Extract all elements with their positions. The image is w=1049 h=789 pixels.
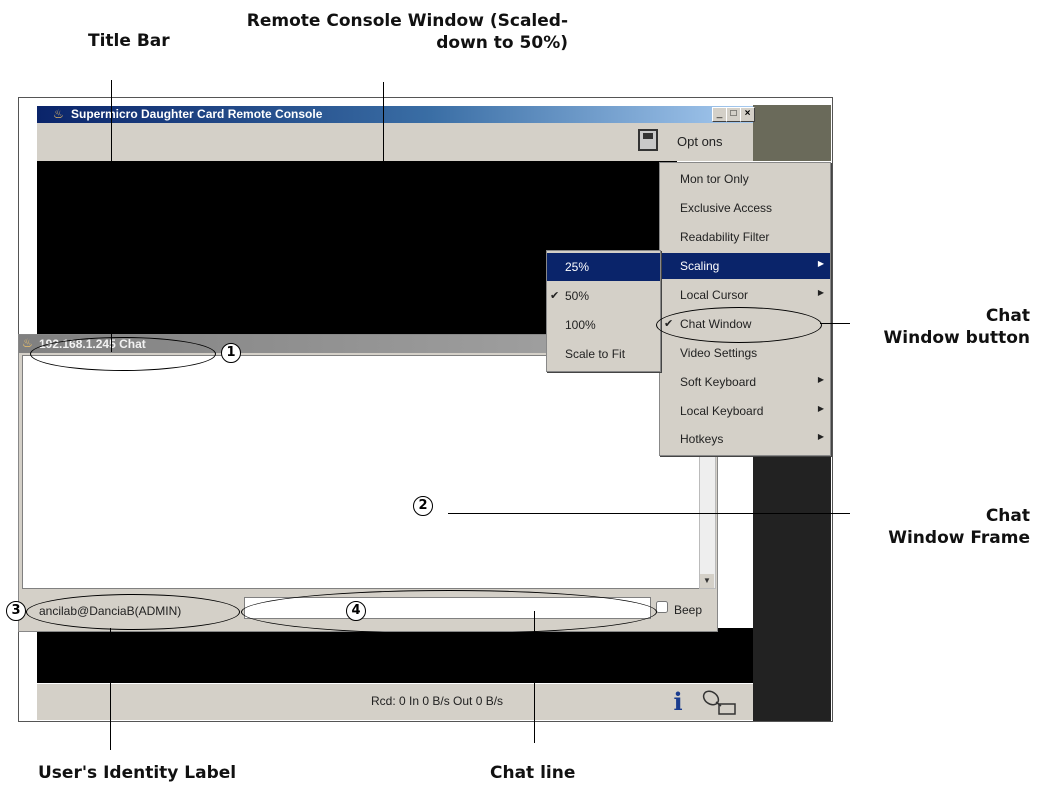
submenu-item-label: 50% <box>565 289 590 303</box>
network-icon[interactable] <box>699 688 739 718</box>
save-icon[interactable] <box>638 129 658 151</box>
options-menu-button[interactable]: Opt ons <box>677 134 723 149</box>
menu-item-label: Video Settings <box>680 346 758 360</box>
menu-item-local-cursor[interactable]: Local Cursor ▶ <box>660 282 830 308</box>
marker-1: 1 <box>221 343 241 363</box>
submenu-check: ✔ <box>550 290 560 302</box>
callout-user-identity: User's Identity Label <box>38 763 237 783</box>
maximize-button[interactable]: □ <box>726 107 741 122</box>
menu-item-monitor-only[interactable]: Mon tor Only <box>660 166 830 192</box>
status-bar: Rcd: 0 In 0 B/s Out 0 B/s i <box>37 683 753 720</box>
submenu-item-label: 100% <box>565 318 596 332</box>
scaling-item-fit[interactable]: Scale to Fit <box>547 340 660 368</box>
menu-item-label: Hotkeys <box>680 432 724 446</box>
submenu-arrow-icon: ▶ <box>817 432 824 441</box>
scaling-submenu: 25% ✔ 50% 100% Scale to Fit <box>546 250 661 372</box>
marker-4: 4 <box>346 601 366 621</box>
menu-item-label: Exclusive Access <box>680 201 773 215</box>
menu-item-scaling[interactable]: Scaling ▶ <box>660 253 830 279</box>
close-button[interactable]: × <box>740 107 755 122</box>
menu-item-local-keyboard[interactable]: Local Keyboard ▶ <box>660 398 830 424</box>
leader-identity <box>110 628 111 750</box>
menu-item-soft-keyboard[interactable]: Soft Keyboard ▶ <box>660 369 830 395</box>
menu-item-label: Mon tor Only <box>680 172 749 186</box>
leader-remote-console <box>383 82 384 220</box>
traffic-status: Rcd: 0 In 0 B/s Out 0 B/s <box>371 694 504 708</box>
app-icon: ♨ <box>53 107 64 121</box>
submenu-arrow-icon: ▶ <box>817 288 824 297</box>
callout-remote-console-line1: Remote Console Window (Scaled- <box>246 11 568 31</box>
scaling-item-100[interactable]: 100% <box>547 311 660 339</box>
scaling-item-50[interactable]: ✔ 50% <box>547 282 660 310</box>
background-strip <box>753 105 831 161</box>
menu-item-hotkeys[interactable]: Hotkeys ▶ <box>660 426 830 452</box>
callout-chat-line: Chat line <box>490 763 576 783</box>
chat-line-ellipse <box>241 590 657 634</box>
callout-chat-frame-line2: Window Frame <box>888 528 1030 548</box>
scaling-item-25[interactable]: 25% <box>547 253 660 281</box>
submenu-arrow-icon: ▶ <box>817 375 824 384</box>
console-title: Supermicro Daughter Card Remote Console <box>71 107 323 121</box>
marker-2: 2 <box>413 496 433 516</box>
menu-item-exclusive-access[interactable]: Exclusive Access <box>660 195 830 221</box>
identity-ellipse <box>26 594 240 630</box>
callout-remote-console: Remote Console Window (Scaled- down to 5… <box>228 10 568 54</box>
marker-3: 3 <box>6 601 26 621</box>
leader-chat-frame <box>448 513 850 514</box>
submenu-arrow-icon: ▶ <box>817 404 824 413</box>
menu-item-label: Local Keyboard <box>680 404 764 418</box>
chat-icon: ♨ <box>22 336 33 350</box>
chat-message-area[interactable] <box>22 355 700 589</box>
menu-item-readability-filter[interactable]: Readability Filter <box>660 224 830 250</box>
leader-chat-line <box>534 611 535 743</box>
callout-chat-frame-line1: Chat <box>985 506 1030 526</box>
beep-checkbox[interactable] <box>656 601 668 613</box>
menu-item-label: Soft Keyboard <box>680 375 757 389</box>
info-icon[interactable]: i <box>670 689 686 715</box>
menu-item-label: Scaling <box>680 259 720 273</box>
minimize-button[interactable]: _ <box>712 107 727 122</box>
submenu-arrow-icon: ▶ <box>817 259 824 268</box>
callout-chat-window-button: Chat Window button <box>850 305 1030 349</box>
leader-chat-button <box>820 323 850 324</box>
callout-remote-console-line2: down to 50%) <box>436 33 568 53</box>
callout-title-bar: Title Bar <box>88 31 170 51</box>
remote-screen-bottom[interactable] <box>37 628 753 683</box>
submenu-item-label: Scale to Fit <box>565 347 626 361</box>
menu-item-label: Readability Filter <box>680 230 770 244</box>
menu-item-label: Local Cursor <box>680 288 749 302</box>
console-title-bar[interactable]: ♨ Supermicro Daughter Card Remote Consol… <box>37 106 755 123</box>
chat-window: ♨ 192.168.1.245 Chat ▼ ancilab@DanciaB(A… <box>18 334 718 632</box>
console-toolbar: Opt ons <box>37 123 753 161</box>
title-bar-ellipse <box>30 337 216 371</box>
callout-chat-button-line2: Window button <box>883 328 1030 348</box>
menu-item-video-settings[interactable]: Video Settings <box>660 340 830 366</box>
leader-title-bar <box>111 80 112 352</box>
callout-chat-window-frame: Chat Window Frame <box>850 505 1030 549</box>
remote-screen-edge <box>753 453 831 721</box>
submenu-item-label: 25% <box>565 260 590 274</box>
chat-window-button-ellipse <box>656 307 822 343</box>
beep-label: Beep <box>674 603 703 617</box>
scroll-down-icon[interactable]: ▼ <box>700 574 714 588</box>
callout-chat-button-line1: Chat <box>985 306 1030 326</box>
